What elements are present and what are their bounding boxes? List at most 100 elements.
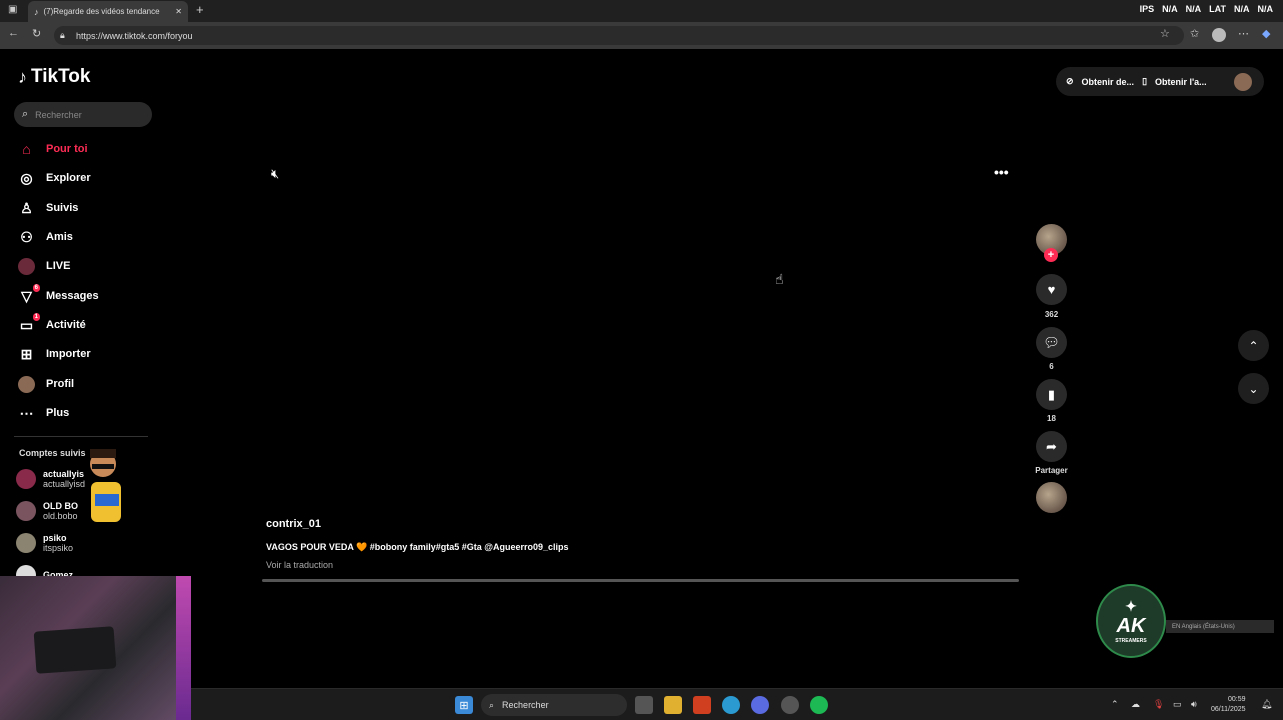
top-actions-bar: ⊘ Obtenir de... ▯ Obtenir l'a... — [1056, 67, 1264, 96]
nav-item-suivis[interactable]: ♙ Suivis — [18, 198, 78, 218]
video-author[interactable]: contrix_01 — [266, 518, 321, 530]
nav-item-explorer[interactable]: ◎ Explorer — [18, 168, 90, 188]
nav-label: Suivis — [46, 202, 79, 214]
more-options-icon[interactable]: ••• — [994, 164, 1009, 180]
comment-count: 6 — [1049, 362, 1054, 371]
logo-subtext: STREAMERS — [1115, 638, 1147, 644]
profile-icon[interactable] — [1212, 28, 1226, 42]
mute-icon[interactable]: 🔇︎ — [271, 166, 279, 182]
new-tab-icon[interactable]: + — [196, 2, 204, 17]
brand-name: TikTok — [31, 66, 91, 87]
copilot-icon[interactable]: ◆ — [1262, 27, 1270, 40]
follow-plus-icon[interactable]: + — [1044, 248, 1058, 262]
app-icon[interactable] — [781, 696, 799, 714]
nav-label: Pour toi — [46, 143, 88, 155]
led-strip — [176, 576, 191, 720]
nav-label: Importer — [46, 348, 91, 360]
followed-account[interactable]: actuallyis actuallyisd — [16, 469, 85, 489]
nav-item-plus[interactable]: ⋯ Plus — [18, 403, 70, 423]
nav-item-amis[interactable]: ⚇ Amis — [18, 227, 73, 247]
phoenix-icon: ✦ — [1125, 598, 1137, 614]
taskbar-clock[interactable]: 00:59 06/11/2025 — [1211, 695, 1246, 715]
like-button[interactable]: ♥ — [1036, 274, 1067, 305]
cloud-icon[interactable]: ☁ — [1131, 699, 1140, 710]
bookmark-icon: ▮ — [1047, 386, 1056, 402]
mouse-cursor-icon: ☝︎ — [775, 271, 784, 287]
nav-item-profil[interactable]: Profil — [18, 374, 74, 394]
back-icon[interactable]: ← — [8, 27, 19, 39]
streamer-logo-overlay: ✦ AK STREAMERS — [1096, 584, 1166, 658]
stat-label: LAT — [1209, 4, 1226, 14]
clock-date: 06/11/2025 — [1211, 706, 1246, 713]
more-icon: ⋯ — [19, 404, 34, 421]
tray-chevron-icon[interactable]: ⌃ — [1111, 699, 1119, 710]
nav-item-activite[interactable]: ▭ 1 Activité — [18, 312, 86, 335]
settings-menu-icon[interactable]: ⋯ — [1238, 27, 1249, 40]
activity-badge: 1 — [32, 312, 40, 321]
performance-overlay: IPS N/A N/A LAT N/A N/A — [1140, 4, 1273, 14]
share-button[interactable]: ➦ — [1036, 431, 1067, 462]
stat-label: IPS — [1139, 4, 1155, 14]
language-indicator: EN Anglais (États-Unis) — [1166, 620, 1274, 633]
volume-icon[interactable]: 🔊︎ — [1191, 699, 1197, 710]
video-progress-bar[interactable] — [262, 579, 1019, 582]
next-video-button[interactable]: ⌄ — [1238, 373, 1269, 404]
phone-icon: ▯ — [1142, 76, 1148, 86]
nav-item-live[interactable]: LIVE — [18, 256, 70, 276]
stat-value: N/A — [1257, 4, 1274, 14]
refresh-icon[interactable]: ↻ — [32, 27, 41, 40]
edge-icon[interactable] — [722, 696, 740, 714]
nav-label: LIVE — [46, 260, 71, 272]
save-button[interactable]: ▮ — [1036, 379, 1067, 410]
comment-button[interactable]: 💬︎ — [1036, 327, 1067, 358]
file-explorer-icon[interactable] — [664, 696, 682, 714]
nav-label: Messages — [46, 290, 99, 302]
stat-value: N/A — [1185, 4, 1202, 14]
browser-address-bar: ← ↻ 🔒︎ https://www.tiktok.com/foryou ☆ ✩… — [0, 22, 1283, 49]
video-description: VAGOS POUR VEDA 🧡 #bobony family#gta5 #G… — [266, 542, 569, 552]
nav-label: Activité — [46, 319, 86, 331]
close-tab-icon[interactable]: ✕ — [175, 7, 182, 16]
favorite-star-icon[interactable]: ☆ — [1160, 27, 1170, 40]
stat-value: N/A — [1234, 4, 1250, 14]
followed-account[interactable]: OLD BO old.bobo — [16, 501, 78, 521]
share-icon: ➦ — [1046, 438, 1057, 454]
heart-icon: ♥ — [1047, 282, 1056, 297]
search-placeholder: Rechercher — [35, 109, 82, 120]
network-icon[interactable]: ▭ — [1173, 699, 1182, 710]
user-follow-icon: ♙ — [20, 199, 33, 216]
task-view-icon[interactable] — [635, 696, 653, 714]
microphone-icon[interactable]: 🎙︎ — [1153, 699, 1164, 710]
taskbar-search[interactable]: ⌕ Rechercher — [481, 694, 627, 716]
nav-item-messages[interactable]: ▽ 6 Messages — [18, 283, 99, 306]
browser-tab[interactable]: ♪ (7)Regarde des vidéos tendance ✕ — [28, 1, 188, 22]
spotify-icon[interactable] — [810, 696, 828, 714]
discord-icon[interactable] — [751, 696, 769, 714]
url-field[interactable]: 🔒︎ https://www.tiktok.com/foryou — [54, 26, 1184, 45]
brave-icon[interactable] — [693, 696, 711, 714]
account-name: actuallyis — [43, 469, 85, 479]
logo-text: AK — [1116, 615, 1146, 637]
followed-account[interactable]: psiko itspsiko — [16, 533, 73, 553]
user-avatar[interactable] — [1234, 72, 1252, 91]
url-text: https://www.tiktok.com/foryou — [76, 30, 193, 41]
previous-video-button[interactable]: ⌃ — [1238, 330, 1269, 361]
search-input[interactable]: ⌕ Rechercher — [14, 102, 152, 127]
sound-disc[interactable] — [1036, 482, 1067, 513]
windows-start-icon[interactable]: ⊞ — [455, 696, 473, 714]
tab-actions-icon[interactable]: ▣ — [8, 4, 17, 15]
comment-icon: 💬︎ — [1043, 334, 1060, 350]
lock-icon: 🔒︎ — [60, 30, 65, 40]
get-coins-button[interactable]: Obtenir de... — [1082, 77, 1135, 87]
notification-icon[interactable]: 🔔︎ — [1261, 699, 1272, 710]
streamer-mascot-overlay — [90, 449, 121, 522]
activity-icon: ▭ 1 — [19, 312, 40, 333]
nav-item-importer[interactable]: ⊞ Importer — [18, 344, 91, 364]
nav-item-pour-toi[interactable]: ⌂ Pour toi — [18, 139, 88, 159]
translate-link[interactable]: Voir la traduction — [266, 560, 333, 570]
get-app-button[interactable]: Obtenir l'a... — [1155, 77, 1207, 87]
favorites-icon[interactable]: ✩ — [1190, 27, 1199, 40]
sidebar-divider — [14, 436, 148, 437]
tiktok-logo[interactable]: ♪ TikTok — [18, 66, 90, 88]
save-count: 18 — [1047, 414, 1056, 423]
